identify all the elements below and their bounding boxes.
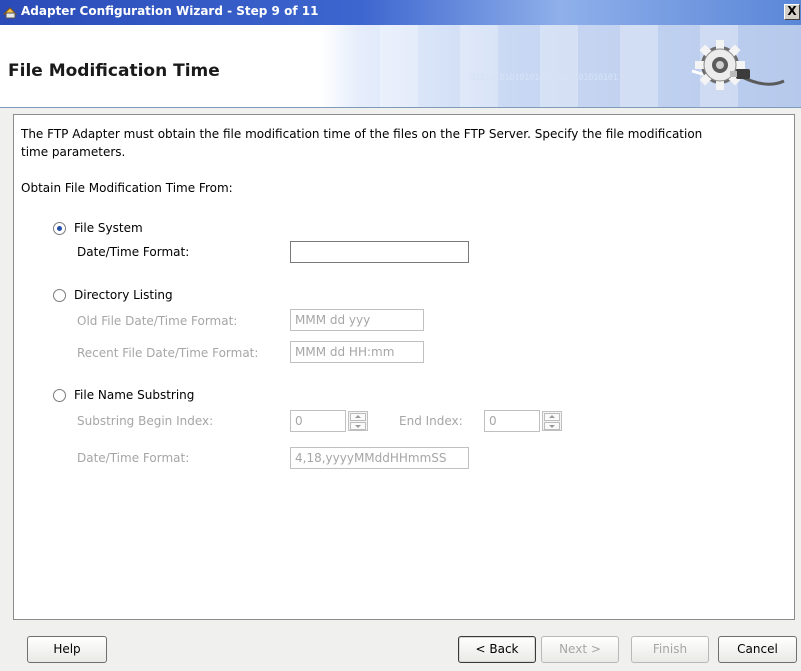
page-title: File Modification Time xyxy=(8,61,220,81)
old-file-format-label: Old File Date/Time Format: xyxy=(77,314,238,328)
end-index-input[interactable]: 0 xyxy=(484,410,540,432)
substring-begin-index-label: Substring Begin Index: xyxy=(77,414,214,428)
old-file-format-input[interactable]: MMM dd yyy xyxy=(290,309,424,331)
window-title: Adapter Configuration Wizard - Step 9 of… xyxy=(21,4,319,18)
begin-index-input[interactable]: 0 xyxy=(290,410,346,432)
directory-listing-label[interactable]: Directory Listing xyxy=(74,288,173,303)
begin-index-spinner-icon[interactable] xyxy=(348,411,368,431)
app-icon xyxy=(3,7,18,19)
close-icon[interactable]: X xyxy=(784,4,800,20)
recent-file-format-label: Recent File Date/Time Format: xyxy=(77,346,259,360)
file-name-substring-radio[interactable] xyxy=(53,389,66,402)
fs-date-time-format-label: Date/Time Format: xyxy=(77,245,190,259)
substring-date-time-format-input[interactable]: 4,18,yyyyMMddHHmmSS xyxy=(290,447,469,469)
next-button[interactable]: Next > xyxy=(541,636,619,663)
binary-decoration: 010101010101010101010101010101 xyxy=(470,73,618,83)
end-index-spinner-icon[interactable] xyxy=(542,411,562,431)
file-system-label[interactable]: File System xyxy=(74,221,143,236)
fs-date-time-format-input[interactable] xyxy=(290,241,469,263)
file-name-substring-label[interactable]: File Name Substring xyxy=(74,388,194,403)
wizard-header: 010101010101010101010101010101 File Modi… xyxy=(0,25,801,107)
description-line-1: The FTP Adapter must obtain the file mod… xyxy=(21,127,703,141)
finish-button[interactable]: Finish xyxy=(631,636,709,663)
help-button[interactable]: Help xyxy=(27,636,107,663)
title-bar: Adapter Configuration Wizard - Step 9 of… xyxy=(0,0,801,25)
cancel-button[interactable]: Cancel xyxy=(718,636,797,663)
recent-file-format-input[interactable]: MMM dd HH:mm xyxy=(290,341,424,363)
description-line-2: time parameters. xyxy=(21,145,126,159)
substring-date-time-format-label: Date/Time Format: xyxy=(77,451,190,465)
directory-listing-radio[interactable] xyxy=(53,289,66,302)
back-button[interactable]: < Back xyxy=(458,636,536,663)
end-index-label: End Index: xyxy=(399,414,463,428)
file-system-radio[interactable] xyxy=(53,222,66,235)
gear-plug-icon xyxy=(691,40,785,90)
obtain-label: Obtain File Modification Time From: xyxy=(21,181,233,195)
